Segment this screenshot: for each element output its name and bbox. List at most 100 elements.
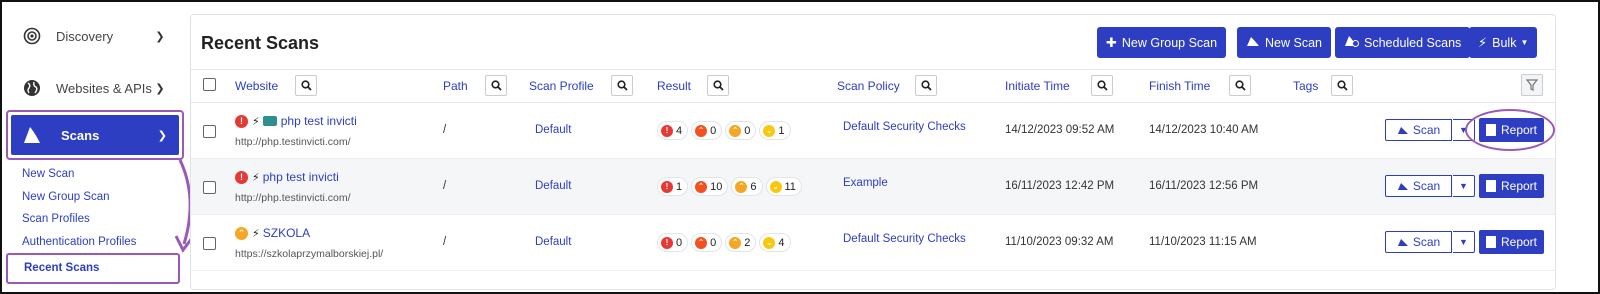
sidebar-item-websites[interactable]: Websites & APIs ❯ [2,68,188,108]
path-filter-button[interactable] [485,75,507,96]
sidebar-subitem-authentication-profiles[interactable]: Authentication Profiles [22,236,136,248]
count: 11 [784,180,796,193]
website-name-link[interactable]: SZKOLA [263,226,310,240]
sidebar-item-label: Discovery [56,28,114,44]
result-filter-button[interactable] [707,75,729,96]
scan-policy-link[interactable]: Default Security Checks [843,121,966,133]
column-filter-button[interactable] [1521,74,1543,96]
finish-time-value: 14/12/2023 10:40 AM [1149,124,1259,136]
select-all-checkbox[interactable] [203,78,216,91]
row-checkbox[interactable] [203,125,216,138]
low-severity-icon: ⌄ [763,236,776,249]
row-checkbox[interactable] [203,237,216,250]
page-title: Recent Scans [201,33,320,53]
column-header-path[interactable]: Path [443,79,468,93]
medium-severity-icon: ⌃ [729,236,742,249]
high-count-badge[interactable]: ⌃ 10 [691,177,729,196]
recent-scans-panel: Recent Scans ✚ New Group Scan New Scan S… [190,14,1556,290]
report-button[interactable]: Report [1479,230,1544,254]
caret-down-icon: ▼ [1520,38,1529,47]
shark-fin-icon [1397,126,1408,134]
website-url: http://php.testinvicti.com/ [235,136,351,148]
chevron-down-icon: ❯ [155,30,165,43]
high-count-badge[interactable]: ⌃ 0 [691,121,723,140]
count: 1 [676,180,683,193]
tags-filter-button[interactable] [1331,75,1353,96]
column-header-tags[interactable]: Tags [1293,79,1318,93]
column-header-website[interactable]: Website [235,79,278,93]
scan-button[interactable]: Scan [1385,231,1452,253]
column-header-initiate-time[interactable]: Initiate Time [1005,79,1070,93]
scan-options-dropdown[interactable]: ▼ [1453,175,1475,197]
search-icon [490,80,502,91]
result-badges: ! 4 ⌃ 0 ⌃ 0 ⌄ 1 [657,121,794,140]
high-severity-icon: ⌃ [695,180,708,193]
button-label: Report [1500,179,1538,193]
count: 4 [676,124,683,137]
scan-button[interactable]: Scan [1385,175,1452,197]
sidebar-item-label: Scans [61,127,100,143]
scan-profile-filter-button[interactable] [611,75,633,96]
sidebar-subitem-recent-scans[interactable]: Recent Scans [24,262,99,274]
count: 0 [676,236,683,249]
initiate-time-filter-button[interactable] [1091,75,1113,96]
high-severity-icon: ⌃ [695,124,708,137]
count: 4 [778,236,785,249]
critical-count-badge[interactable]: ! 1 [657,177,689,196]
critical-count-badge[interactable]: ! 4 [657,121,689,140]
critical-count-badge[interactable]: ! 0 [657,233,689,252]
report-button[interactable]: Report [1479,174,1544,198]
medium-severity-icon: ⌃ [729,124,742,137]
scan-options-dropdown[interactable]: ▼ [1453,231,1475,253]
scan-button[interactable]: Scan [1385,119,1452,141]
website-url: http://php.testinvicti.com/ [235,192,351,204]
button-label: Scan [1412,123,1441,137]
low-count-badge[interactable]: ⌄ 11 [765,177,802,196]
bulk-button[interactable]: ⚡︎ Bulk ▼ [1469,27,1538,58]
sidebar-item-scans[interactable]: Scans ❯ [11,115,179,155]
column-header-scan-profile[interactable]: Scan Profile [529,79,594,93]
medium-count-badge[interactable]: ⌃ 0 [725,121,757,140]
count: 1 [778,124,785,137]
row-checkbox[interactable] [203,181,216,194]
count: 0 [710,236,717,249]
scan-policy-filter-button[interactable] [915,75,937,96]
website-filter-button[interactable] [295,75,317,96]
sidebar-subitem-scan-profiles[interactable]: Scan Profiles [22,213,90,225]
result-badges: ! 1 ⌃ 10 ⌃ 6 ⌄ 11 [657,177,805,196]
new-scan-button[interactable]: New Scan [1237,27,1331,58]
path-value: / [443,236,447,248]
scan-profile-link[interactable]: Default [535,124,571,136]
high-count-badge[interactable]: ⌃ 0 [691,233,723,252]
website-name-link[interactable]: php test invicti [281,114,357,128]
medium-severity-icon: ⌃ [735,180,748,193]
chevron-down-icon: ❯ [155,82,165,95]
medium-count-badge[interactable]: ⌃ 6 [731,177,763,196]
filter-icon [1526,79,1538,91]
scan-profile-link[interactable]: Default [535,236,571,248]
sidebar-subitem-new-group-scan[interactable]: New Group Scan [22,191,110,203]
scan-policy-link[interactable]: Default Security Checks [843,233,966,245]
critical-severity-icon: ! [235,114,248,128]
column-header-scan-policy[interactable]: Scan Policy [837,79,900,93]
medium-count-badge[interactable]: ⌃ 2 [725,233,757,252]
button-label: Scan [1412,179,1441,193]
scan-profile-link[interactable]: Default [535,180,571,192]
initiate-time-value: 16/11/2023 12:42 PM [1005,180,1115,192]
sidebar-item-discovery[interactable]: Discovery ❯ [2,16,188,56]
scheduled-scans-button[interactable]: Scheduled Scans [1335,27,1471,58]
website-name-link[interactable]: php test invicti [263,170,339,184]
sidebar-subitem-new-scan[interactable]: New Scan [22,168,74,180]
document-icon [1485,236,1496,248]
column-header-result[interactable]: Result [657,79,691,93]
low-count-badge[interactable]: ⌄ 4 [759,233,791,252]
scan-policy-link[interactable]: Example [843,177,888,189]
new-group-scan-button[interactable]: ✚ New Group Scan [1097,27,1227,58]
column-header-finish-time[interactable]: Finish Time [1149,79,1210,93]
table-row: ! ⚡︎ php test invicti http://php.testinv… [191,159,1555,215]
shark-fin-icon [1397,238,1408,246]
finish-time-filter-button[interactable] [1229,75,1251,96]
low-count-badge[interactable]: ⌄ 1 [759,121,791,140]
result-badges: ! 0 ⌃ 0 ⌃ 2 ⌄ 4 [657,233,794,252]
website-cell: ! ⚡︎ php test invicti [235,114,357,128]
